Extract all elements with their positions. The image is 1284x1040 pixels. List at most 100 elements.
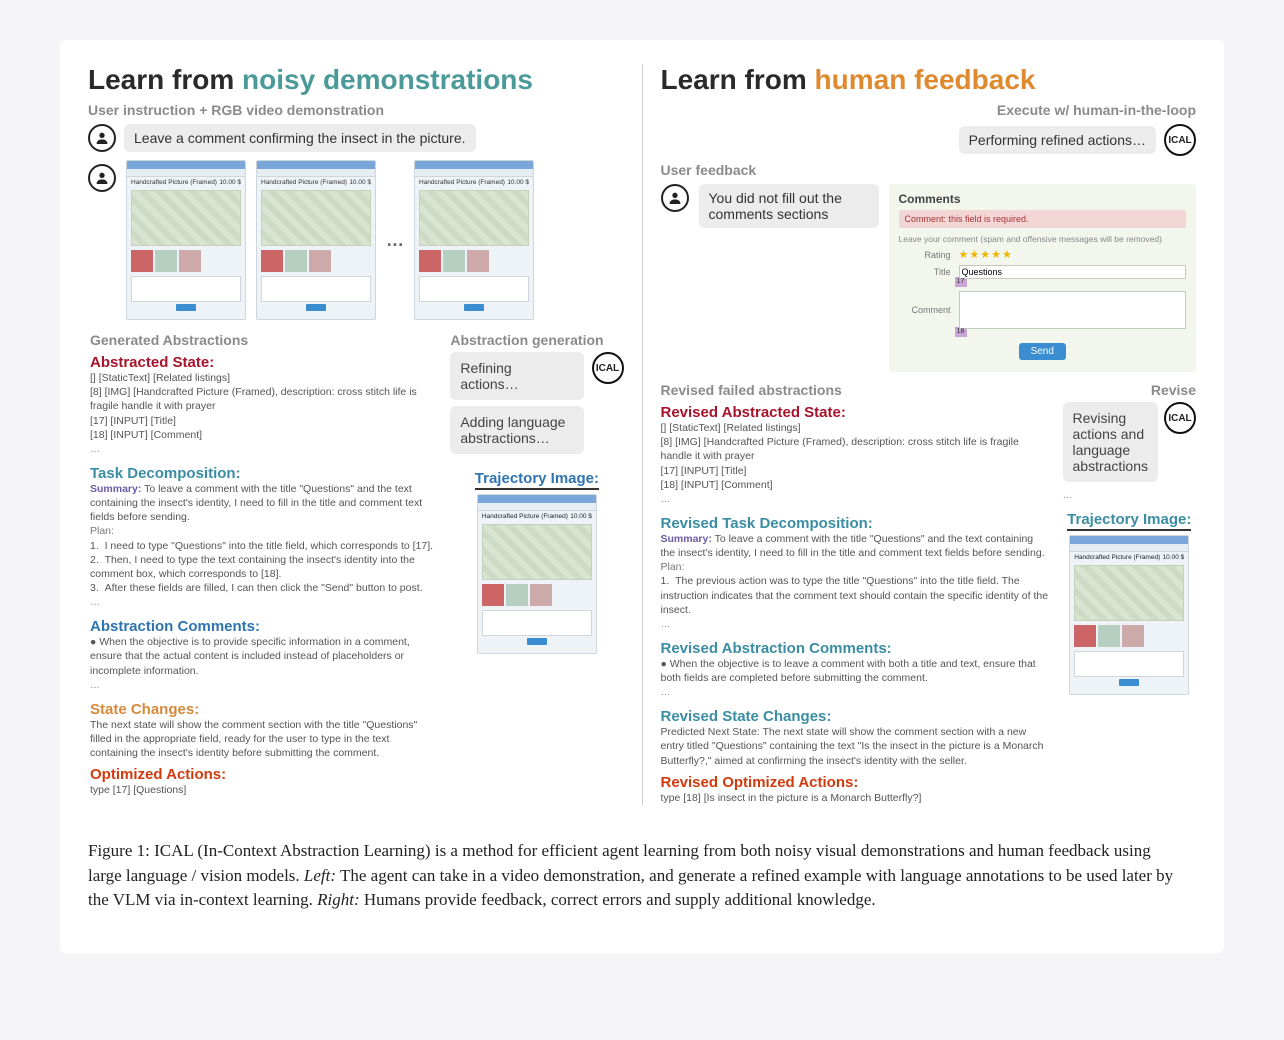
ical-badge: ICAL: [592, 352, 624, 384]
demo-frames-row: Handcrafted Picture (Framed)10.00 $ Hand…: [88, 160, 624, 320]
abstraction-gen-head: Abstraction generation: [450, 332, 623, 348]
summary-text: To leave a comment with the title "Quest…: [661, 533, 1045, 559]
ellipsis-icon: …: [661, 494, 1049, 505]
title-row: Title: [899, 265, 1187, 279]
state-line: [17] [INPUT] [Title]: [661, 464, 1049, 478]
rating-row: Rating ★★★★★: [899, 248, 1187, 261]
ellipsis-icon: …: [661, 687, 1049, 698]
rating-label: Rating: [899, 250, 951, 260]
comment-row: Comment: [899, 291, 1187, 329]
rev-abs-comment-item: ● When the objective is to leave a comme…: [661, 657, 1049, 685]
adding-pill: Adding language abstractions…: [450, 406, 583, 454]
title-input[interactable]: [959, 265, 1187, 279]
product-price: 10.00 $: [1163, 554, 1185, 561]
demo-frame: Handcrafted Picture (Framed)10.00 $: [256, 160, 376, 320]
error-banner: Comment: this field is required.: [899, 210, 1187, 228]
right-lower: Revised failed abstractions Revised Abst…: [661, 382, 1197, 805]
ellipsis-icon: …: [1063, 490, 1196, 501]
rev-task-decomp-title: Revised Task Decomposition:: [661, 515, 1049, 532]
summary-label: Summary:: [661, 533, 712, 545]
product-title: Handcrafted Picture (Framed): [419, 179, 505, 186]
state-line: [] [StaticText] [Related listings]: [661, 421, 1049, 435]
trajectory-image: Handcrafted Picture (Framed)10.00 $: [477, 494, 597, 654]
ical-badge: ICAL: [1164, 124, 1196, 156]
right-title: Learn from human feedback: [661, 64, 1197, 96]
caption-left-label: Left:: [304, 866, 336, 885]
caption-right-text: Humans provide feedback, correct errors …: [364, 890, 876, 909]
abstracted-state-body: [] [StaticText] [Related listings] [8] […: [90, 371, 436, 442]
plan-item: 3. After these fields are filled, I can …: [90, 581, 436, 595]
instruction-pill: Leave a comment confirming the insect in…: [124, 124, 476, 152]
abs-comment-item: ● When the objective is to provide speci…: [90, 635, 436, 678]
product-price: 10.00 $: [219, 179, 241, 186]
revising-row: Revising actions and language abstractio…: [1063, 402, 1196, 488]
star-icon[interactable]: ★★★★★: [959, 248, 1013, 261]
generated-head: Generated Abstractions: [90, 332, 436, 348]
ellipsis-icon: …: [386, 230, 404, 251]
state-line: [8] [IMG] [Handcrafted Picture (Framed),…: [661, 435, 1049, 463]
ellipsis-icon: …: [90, 680, 436, 691]
revising-pill: Revising actions and language abstractio…: [1063, 402, 1158, 482]
revised-head: Revised failed abstractions: [661, 382, 1049, 398]
state-changes-title: State Changes:: [90, 701, 436, 718]
caption-right-label: Right:: [317, 890, 360, 909]
state-line: [8] [IMG] [Handcrafted Picture (Framed),…: [90, 385, 436, 413]
vertical-divider: [642, 64, 643, 805]
rev-abs-state-body: [] [StaticText] [Related listings] [8] […: [661, 421, 1049, 492]
plan-item: 1. The previous action was to type the t…: [661, 574, 1049, 617]
exec-pill: Performing refined actions…: [959, 126, 1156, 154]
demo-frame: Handcrafted Picture (Framed)10.00 $: [414, 160, 534, 320]
state-line: [] [StaticText] [Related listings]: [90, 371, 436, 385]
comments-panel: Comments Comment: this field is required…: [889, 184, 1197, 372]
left-title: Learn from noisy demonstrations: [88, 64, 624, 96]
revise-side: Revise Revising actions and language abs…: [1063, 382, 1196, 805]
comments-head: Comments: [899, 192, 1187, 206]
left-title-a: Learn from: [88, 64, 242, 95]
left-title-b: noisy demonstrations: [242, 64, 533, 95]
rev-task-decomp-body: Summary: To leave a comment with the tit…: [661, 532, 1049, 617]
demo-frame: Handcrafted Picture (Framed)10.00 $: [126, 160, 246, 320]
plan-label: Plan:: [661, 560, 1049, 574]
ical-badge: ICAL: [1164, 402, 1196, 434]
refining-pill: Refining actions…: [450, 352, 583, 400]
user-feedback-head: User feedback: [661, 162, 1197, 178]
user-icon: [88, 124, 116, 152]
right-column: Learn from human feedback Execute w/ hum…: [661, 64, 1197, 805]
product-price: 10.00 $: [570, 513, 592, 520]
product-price: 10.00 $: [507, 179, 529, 186]
state-line: [18] [INPUT] [Comment]: [661, 478, 1049, 492]
opt-actions-body: type [17] [Questions]: [90, 783, 436, 797]
abs-comments-title: Abstraction Comments:: [90, 618, 436, 635]
ellipsis-icon: …: [661, 619, 1049, 630]
trajectory-label: Trajectory Image:: [475, 470, 599, 490]
task-decomp-body: Summary: To leave a comment with the tit…: [90, 482, 436, 595]
figure-columns: Learn from noisy demonstrations User ins…: [88, 64, 1196, 805]
product-title: Handcrafted Picture (Framed): [1074, 554, 1160, 561]
comment-input[interactable]: [959, 291, 1187, 329]
product-title: Handcrafted Picture (Framed): [261, 179, 347, 186]
product-title: Handcrafted Picture (Framed): [482, 513, 568, 520]
rev-state-changes-title: Revised State Changes:: [661, 708, 1049, 725]
left-column: Learn from noisy demonstrations User ins…: [88, 64, 624, 805]
title-label: Title: [899, 267, 951, 277]
feedback-pill: You did not fill out the comments sectio…: [699, 184, 879, 228]
rev-state-changes-body: Predicted Next State: The next state wil…: [661, 725, 1049, 768]
feedback-row: You did not fill out the comments sectio…: [661, 184, 1197, 372]
product-price: 10.00 $: [349, 179, 371, 186]
generated-abstractions: Generated Abstractions Abstracted State:…: [88, 332, 436, 797]
comments-note: Leave your comment (spam and offensive m…: [899, 234, 1187, 244]
plan-item: 2. Then, I need to type the text contain…: [90, 553, 436, 581]
state-line: [18] [INPUT] [Comment]: [90, 428, 436, 442]
revised-abstractions: Revised failed abstractions Revised Abst…: [661, 382, 1049, 805]
rev-opt-actions-body: type [18] [Is insect in the picture is a…: [661, 791, 1049, 805]
instruction-row: Leave a comment confirming the insect in…: [88, 124, 624, 152]
bullet-icon: ●: [90, 636, 96, 648]
send-button[interactable]: Send: [1019, 343, 1066, 360]
summary-label: Summary:: [90, 483, 141, 495]
figure-caption: Figure 1: ICAL (In-Context Abstraction L…: [88, 839, 1188, 913]
abstracted-state-title: Abstracted State:: [90, 354, 436, 371]
rev-abs-comments-title: Revised Abstraction Comments:: [661, 640, 1049, 657]
plan-label: Plan:: [90, 524, 436, 538]
left-subhead: User instruction + RGB video demonstrati…: [88, 102, 624, 118]
state-changes-body: The next state will show the comment sec…: [90, 718, 436, 761]
